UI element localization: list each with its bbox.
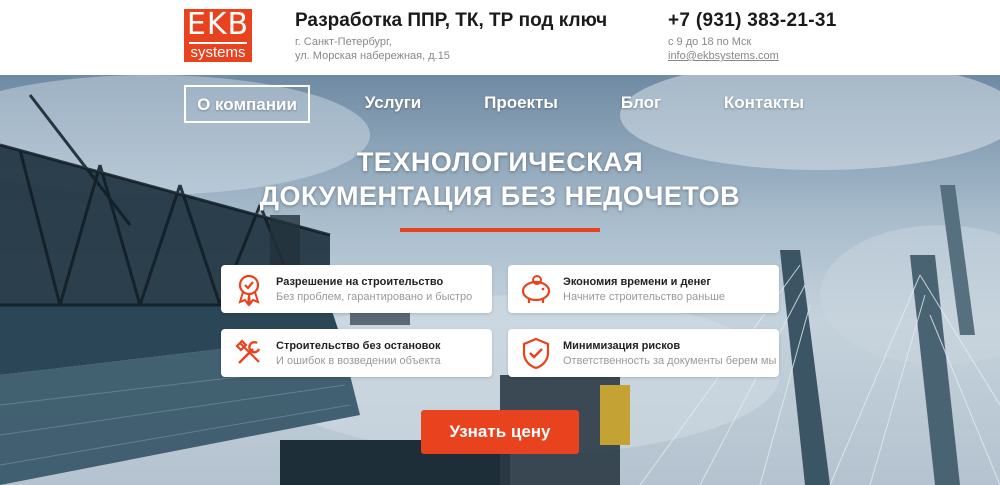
benefit-card-savings: Экономия времени и денег Начните строите… xyxy=(508,265,779,313)
award-icon xyxy=(238,274,260,307)
site-header: EKB systems Разработка ППР, ТК, ТР под к… xyxy=(0,0,1000,75)
working-hours: с 9 до 18 по Мск xyxy=(668,36,752,48)
shield-check-icon xyxy=(522,337,550,370)
address-city: г. Санкт-Петербург, xyxy=(295,36,392,48)
nav-about[interactable]: О компании xyxy=(184,85,310,123)
tools-icon xyxy=(235,339,261,364)
card-subtitle: Начните строительство раньше xyxy=(563,291,726,303)
benefit-card-risks: Минимизация рисков Ответственность за до… xyxy=(508,329,779,377)
logo-text-top: EKB xyxy=(186,7,250,42)
card-subtitle: И ошибок в возведении объекта xyxy=(276,355,441,367)
headline-line-2: ДОКУМЕНТАЦИЯ БЕЗ НЕДОЧЕТОВ xyxy=(259,181,741,211)
card-title: Строительство без остановок xyxy=(276,340,441,352)
nav-blog[interactable]: Блог xyxy=(616,85,666,123)
main-nav: О компании Услуги Проекты Блог Контакты xyxy=(0,85,1000,123)
nav-contacts[interactable]: Контакты xyxy=(718,85,810,123)
get-price-button[interactable]: Узнать цену xyxy=(421,410,579,454)
piggy-bank-icon xyxy=(521,275,551,303)
benefit-card-construction: Строительство без остановок И ошибок в в… xyxy=(221,329,492,377)
nav-services[interactable]: Услуги xyxy=(358,85,428,123)
address-street: ул. Морская набережная, д.15 xyxy=(295,50,450,62)
headline-underline xyxy=(400,228,600,232)
benefit-card-permit: Разрешение на строительство Без проблем,… xyxy=(221,265,492,313)
ekb-logo[interactable]: EKB systems xyxy=(184,9,252,62)
card-subtitle: Без проблем, гарантировано и быстро xyxy=(276,291,473,303)
email-link[interactable]: info@ekbsystems.com xyxy=(668,49,779,63)
site-tagline: Разработка ППР, ТК, ТР под ключ xyxy=(295,10,608,31)
card-subtitle: Ответственность за документы берем мы xyxy=(563,355,777,367)
card-title: Разрешение на строительство xyxy=(276,276,444,288)
logo-text-bottom: systems xyxy=(189,42,247,61)
address: г. Санкт-Петербург, ул. Морская набережн… xyxy=(295,35,450,63)
card-title: Минимизация рисков xyxy=(563,340,681,352)
hero-section: О компании Услуги Проекты Блог Контакты … xyxy=(0,75,1000,485)
nav-projects[interactable]: Проекты xyxy=(480,85,562,123)
contact-info: с 9 до 18 по Мск info@ekbsystems.com xyxy=(668,35,779,63)
phone-number[interactable]: +7 (931) 383-21-31 xyxy=(668,10,837,32)
card-title: Экономия времени и денег xyxy=(563,276,711,288)
hero-headline: ТЕХНОЛОГИЧЕСКАЯ ДОКУМЕНТАЦИЯ БЕЗ НЕДОЧЕТ… xyxy=(0,145,1000,213)
headline-line-1: ТЕХНОЛОГИЧЕСКАЯ xyxy=(356,147,644,177)
